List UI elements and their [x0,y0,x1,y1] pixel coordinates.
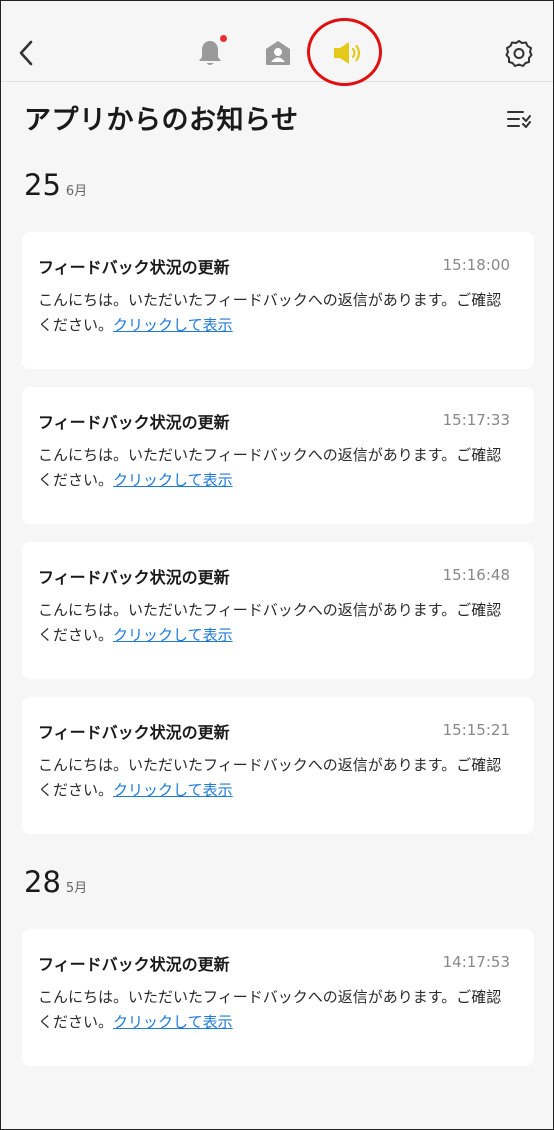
card-time: 15:18:00 [442,256,510,274]
notification-card[interactable]: フィードバック状況の更新 14:17:53 こんにちは。いただいたフィードバック… [22,929,534,1066]
profile-tab[interactable] [258,33,298,73]
card-title: フィードバック状況の更新 [38,955,230,974]
card-title: フィードバック状況の更新 [38,723,230,742]
view-link[interactable]: クリックして表示 [113,626,233,644]
back-chevron-icon [19,40,33,66]
date-day: 25 [24,168,61,202]
card-message: こんにちは。いただいたフィードバックへの返信があります。ご確認ください。 [38,988,502,1031]
card-time: 15:16:48 [442,566,510,584]
card-time: 15:17:33 [442,411,510,429]
page-title: アプリからのお知らせ [24,105,299,136]
card-time: 15:15:21 [442,721,510,739]
notification-card[interactable]: フィードバック状況の更新 15:18:00 こんにちは。いただいたフィードバック… [22,232,534,369]
view-link[interactable]: クリックして表示 [113,471,233,489]
top-bar-divider [0,81,554,82]
settings-button[interactable] [500,33,538,73]
card-body: こんにちは。いただいたフィードバックへの返信があります。ご確認ください。クリック… [38,598,508,648]
notification-card[interactable]: フィードバック状況の更新 15:17:33 こんにちは。いただいたフィードバック… [22,387,534,524]
card-body: こんにちは。いただいたフィードバックへの返信があります。ご確認ください。クリック… [38,443,508,493]
card-body: こんにちは。いただいたフィードバックへの返信があります。ご確認ください。クリック… [38,288,508,338]
bell-icon [199,41,221,65]
card-body: こんにちは。いただいたフィードバックへの返信があります。ご確認ください。クリック… [38,985,508,1035]
card-message: こんにちは。いただいたフィードバックへの返信があります。ご確認ください。 [38,446,502,489]
date-group-header: 25 6月 [24,168,87,202]
card-message: こんにちは。いただいたフィードバックへの返信があります。ご確認ください。 [38,756,502,799]
card-message: こんにちは。いただいたフィードバックへの返信があります。ご確認ください。 [38,601,502,644]
person-icon [266,41,290,65]
view-link[interactable]: クリックして表示 [113,781,233,799]
card-title: フィードバック状況の更新 [38,258,230,277]
card-title: フィードバック状況の更新 [38,413,230,432]
card-message: こんにちは。いただいたフィードバックへの返信があります。ご確認ください。 [38,291,502,334]
date-month: 6月 [65,184,88,199]
filter-button[interactable] [502,104,536,134]
card-body: こんにちは。いただいたフィードバックへの返信があります。ご確認ください。クリック… [38,753,508,803]
date-group-header: 28 5月 [24,865,87,899]
card-title: フィードバック状況の更新 [38,568,230,587]
filter-list-icon [507,111,531,128]
gear-icon [505,40,533,67]
view-link[interactable]: クリックして表示 [113,316,233,334]
date-month: 5月 [65,881,88,896]
notification-card[interactable]: フィードバック状況の更新 15:15:21 こんにちは。いただいたフィードバック… [22,697,534,834]
back-button[interactable] [10,33,42,73]
date-day: 28 [24,865,61,899]
card-time: 14:17:53 [442,953,510,971]
view-link[interactable]: クリックして表示 [113,1013,233,1031]
notification-dot [220,35,227,42]
highlight-ring [307,18,382,86]
notification-card[interactable]: フィードバック状況の更新 15:16:48 こんにちは。いただいたフィードバック… [22,542,534,679]
